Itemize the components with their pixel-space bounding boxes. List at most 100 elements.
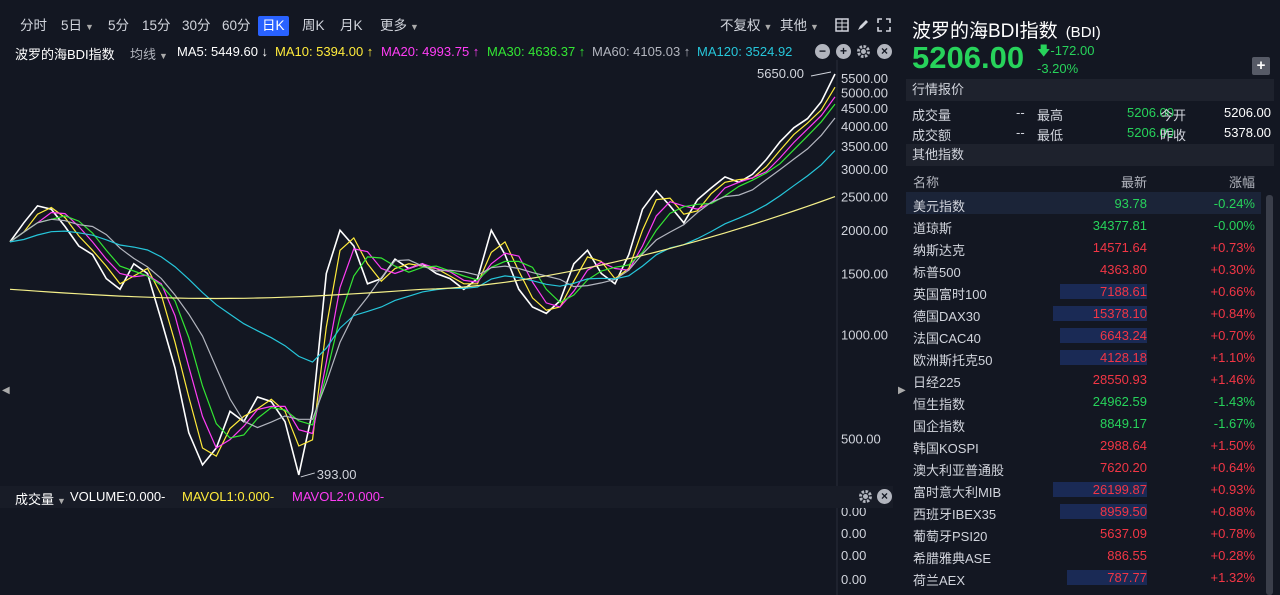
period-5day-label: 5日: [61, 18, 83, 33]
period-5min[interactable]: 5分: [104, 16, 133, 36]
table-row[interactable]: 欧洲斯托克50 4128.18 +1.10%: [906, 346, 1261, 368]
other-dropdown[interactable]: 其他 ▼: [776, 16, 823, 36]
volume-value: VOLUME:0.000-: [70, 489, 166, 504]
index-change-cell: +1.32%: [1210, 570, 1255, 585]
volume-dropdown[interactable]: 成交量 ▼: [15, 489, 66, 508]
grid-layout-icon[interactable]: [835, 18, 849, 32]
close-icon[interactable]: ×: [877, 489, 892, 504]
volume-chart[interactable]: 0.00 0.00 0.00 0.00: [0, 508, 893, 595]
table-row[interactable]: 道琼斯 34377.81 -0.00%: [906, 214, 1261, 236]
index-name-cell: 荷兰AEX: [913, 573, 966, 588]
index-change-cell: +1.46%: [1210, 372, 1255, 387]
table-row[interactable]: 日经225 28550.93 +1.46%: [906, 368, 1261, 390]
index-change-cell: -1.67%: [1213, 416, 1255, 431]
close-icon[interactable]: ×: [877, 44, 892, 59]
volume-tick-label: 0.00: [841, 508, 866, 519]
table-row[interactable]: 葡萄牙PSI20 5637.09 +0.78%: [906, 522, 1261, 544]
table-row[interactable]: 国企指数 8849.17 -1.67%: [906, 412, 1261, 434]
header-last[interactable]: 最新: [1121, 172, 1147, 191]
period-more-label: 更多: [380, 18, 407, 33]
table-row[interactable]: 恒生指数 24962.59 -1.43%: [906, 390, 1261, 412]
header-name[interactable]: 名称: [913, 172, 939, 191]
fullscreen-icon[interactable]: [877, 18, 891, 32]
scrollbar[interactable]: [1266, 195, 1273, 595]
ma60-value: MA60: 4105.03 ↑: [592, 44, 691, 59]
quote-row: 成交量 -- 最高 5206.00 今开 5206.00: [906, 102, 1274, 123]
index-last-cell: 8959.50: [1060, 504, 1147, 519]
adjust-dropdown[interactable]: 不复权 ▼: [716, 16, 776, 36]
index-change-value: -172.00: [1050, 43, 1095, 58]
index-title: 波罗的海BDI指数 (BDI): [912, 16, 1101, 43]
y-tick-label: 5500.00: [841, 71, 888, 86]
table-row[interactable]: 荷兰AEX 787.77 +1.32%: [906, 566, 1261, 588]
header-change[interactable]: 涨幅: [1229, 172, 1255, 191]
chevron-down-icon: ▼: [810, 22, 819, 32]
mavol1-value: MAVOL1:0.000-: [182, 489, 275, 504]
collapse-right-icon[interactable]: ▶: [898, 385, 906, 396]
table-row[interactable]: 标普500 4363.80 +0.30%: [906, 258, 1261, 280]
collapse-left-icon[interactable]: ◀: [2, 385, 10, 396]
table-row[interactable]: 西班牙IBEX35 8959.50 +0.88%: [906, 500, 1261, 522]
index-change-cell: -0.24%: [1213, 196, 1255, 211]
index-last-cell: 5637.09: [1100, 526, 1147, 541]
index-change-cell: +0.78%: [1210, 526, 1255, 541]
table-row[interactable]: 希腊雅典ASE 886.55 +0.28%: [906, 544, 1261, 566]
annotations: 5650.00 393.00: [300, 66, 832, 482]
quote-label: 最低: [1037, 128, 1064, 143]
draw-pen-icon[interactable]: [856, 18, 870, 32]
index-change-cell: +0.70%: [1210, 328, 1255, 343]
period-fenshi[interactable]: 分时: [16, 16, 51, 36]
period-more[interactable]: 更多 ▼: [376, 16, 423, 36]
quote-value: 5378.00: [1224, 125, 1271, 140]
gear-icon[interactable]: [856, 44, 871, 59]
table-row[interactable]: 德国DAX30 15378.10 +0.84%: [906, 302, 1261, 324]
period-30min[interactable]: 30分: [178, 16, 215, 36]
table-row[interactable]: 美元指数 93.78 -0.24%: [906, 192, 1261, 214]
period-day-k[interactable]: 日K: [258, 16, 289, 36]
period-month-k[interactable]: 月K: [336, 16, 367, 36]
index-name-cell: 澳大利亚普通股: [913, 463, 1005, 478]
period-15min[interactable]: 15分: [138, 16, 175, 36]
quote-section-title: 行情报价: [906, 79, 1274, 101]
y-axis: 5500.005000.004500.00 4000.00 3500.00 3000.…: [841, 71, 888, 447]
high-pointer: [810, 71, 832, 77]
index-last-cell: 7188.61: [1060, 284, 1147, 299]
add-icon[interactable]: +: [836, 44, 851, 59]
index-name-cell: 标普500: [913, 265, 961, 280]
chevron-down-icon: ▼: [410, 22, 419, 32]
period-5day[interactable]: 5日 ▼: [57, 16, 98, 36]
index-name-cell: 法国CAC40: [913, 331, 981, 346]
table-row[interactable]: 富时意大利MIB 26199.87 +0.93%: [906, 478, 1261, 500]
index-change-cell: +0.73%: [1210, 240, 1255, 255]
ma60-line: [9, 117, 836, 429]
y-tick-label: 2000.00: [841, 223, 888, 238]
main-chart[interactable]: 5500.005000.004500.00 4000.00 3500.00 3000.…: [0, 60, 893, 486]
minimize-icon[interactable]: −: [815, 44, 830, 59]
y-tick-label: 4000.00: [841, 119, 888, 134]
table-row[interactable]: 法国CAC40 6643.24 +0.70%: [906, 324, 1261, 346]
index-change-cell: +0.93%: [1210, 482, 1255, 497]
index-name-cell: 美元指数: [913, 199, 966, 214]
quote-label: 成交额: [912, 128, 952, 143]
index-name-cell: 西班牙IBEX35: [913, 507, 997, 522]
add-watchlist-button[interactable]: +: [1252, 57, 1270, 75]
high-label: 5650.00: [757, 66, 804, 81]
index-name-cell: 恒生指数: [913, 397, 966, 412]
table-row[interactable]: 英国富时100 7188.61 +0.66%: [906, 280, 1261, 302]
index-name-cell: 欧洲斯托克50: [913, 353, 993, 368]
period-60min[interactable]: 60分: [218, 16, 255, 36]
index-code: (BDI): [1065, 24, 1101, 41]
table-row[interactable]: 纳斯达克 14571.64 +0.73%: [906, 236, 1261, 258]
index-name-cell: 葡萄牙PSI20: [913, 529, 988, 544]
chart-panel: 分时 5日 ▼ 5分 15分 30分 60分 日K 周K 月K 更多 ▼ 不复权 ▼ …: [0, 0, 893, 595]
y-tick-label: 3500.00: [841, 139, 888, 154]
y-tick-label: 1000.00: [841, 327, 888, 342]
index-change-cell: -1.43%: [1213, 394, 1255, 409]
period-week-k[interactable]: 周K: [298, 16, 329, 36]
gear-icon[interactable]: [858, 489, 873, 504]
index-price: 5206.00: [912, 40, 1025, 75]
index-last-cell: 28550.93: [1092, 372, 1147, 387]
chevron-down-icon: ▼: [763, 22, 773, 32]
table-row[interactable]: 澳大利亚普通股 7620.20 +0.64%: [906, 456, 1261, 478]
table-row[interactable]: 韩国KOSPI 2988.64 +1.50%: [906, 434, 1261, 456]
